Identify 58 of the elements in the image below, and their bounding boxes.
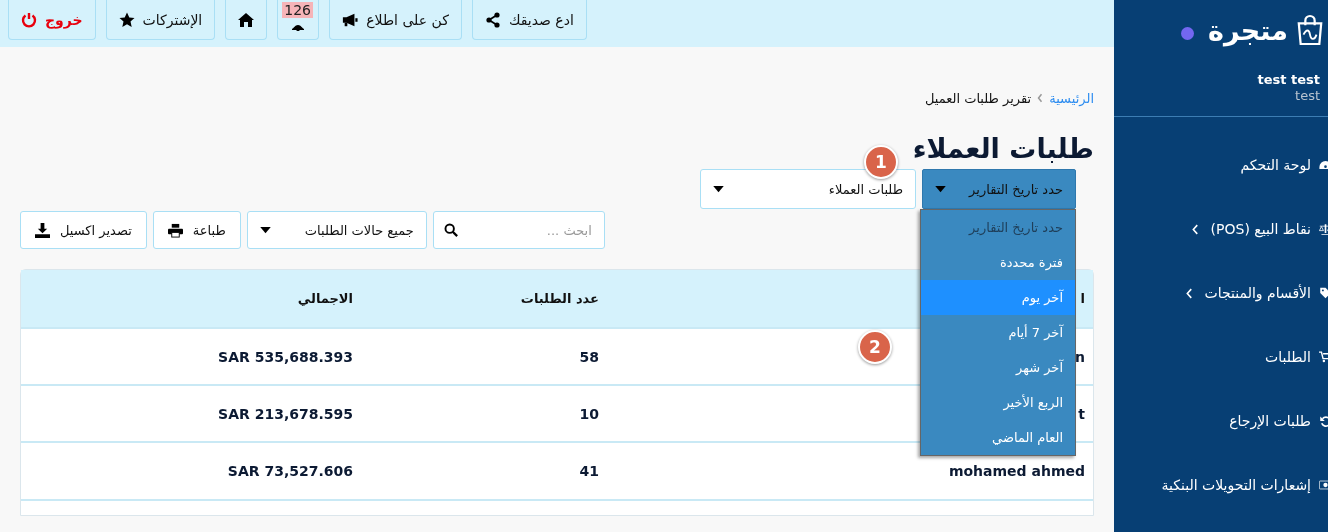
page-title: طلبات العملاء: [912, 132, 1094, 166]
sidebar-item[interactable]: الأقسام والمنتجات: [1114, 261, 1328, 325]
table-cell: SAR 213,678.595: [218, 405, 353, 422]
invite-button[interactable]: ادع صديقك: [471, 0, 587, 40]
home-icon: [238, 11, 255, 28]
table-cell: SAR 535,688.393: [218, 348, 353, 365]
download-icon: [35, 222, 50, 238]
caret-icon: [713, 185, 724, 193]
printer-icon: [167, 222, 183, 238]
subscriptions-button[interactable]: الإشتركات: [105, 0, 216, 40]
column-header: الاجمالي: [297, 291, 353, 306]
report-type-select[interactable]: طلبات العملاء: [700, 169, 916, 209]
notifications-button[interactable]: 126: [277, 0, 320, 40]
sidebar-item[interactable]: طلبات الإرجاع: [1114, 389, 1328, 453]
column-header: ا: [1080, 291, 1085, 306]
menu-option[interactable]: الربع الأخير: [921, 385, 1075, 420]
order-status-select[interactable]: جميع حالات الطلبات: [246, 211, 427, 249]
export-excel-button[interactable]: تصدير اكسيل: [20, 211, 147, 249]
sidebar-item[interactable]: لوحة التحكم: [1114, 133, 1328, 197]
menu-option[interactable]: آخر شهر: [921, 350, 1075, 385]
menu-option[interactable]: العام الماضي: [921, 420, 1075, 455]
bell-icon: [290, 22, 307, 31]
dot-icon: [1181, 26, 1195, 40]
megaphone-icon: [342, 11, 359, 28]
logo-text: متجرة: [1208, 14, 1288, 46]
user-role: test: [1294, 88, 1320, 104]
table-cell: SAR 73,527.606: [227, 463, 353, 479]
news-button[interactable]: كن على اطلاع: [329, 0, 462, 40]
logout-button[interactable]: خروج: [8, 0, 96, 40]
chevron-icon: [1037, 93, 1044, 103]
notification-count: 126: [282, 2, 313, 18]
date-range-dropdown[interactable]: حدد تاريخ التقارير: [922, 169, 1076, 209]
sidebar-item[interactable]: نقاط البيع (POS): [1114, 197, 1328, 261]
power-icon: [21, 11, 37, 28]
home-button[interactable]: [225, 0, 268, 40]
table-cell: mohamed ahmed: [948, 463, 1085, 479]
sidebar-item[interactable]: إشعارات التحويلات البنكية: [1114, 453, 1328, 517]
menu-option: حدد تاريخ التقارير: [921, 210, 1075, 245]
table-cell: t: [1078, 405, 1085, 422]
menu-option[interactable]: آخر 7 أيام: [921, 315, 1075, 350]
search-icon: [443, 223, 458, 237]
table-cell: n: [1075, 348, 1085, 365]
print-button[interactable]: طباعة: [152, 211, 241, 249]
search-field[interactable]: ابحث ...: [432, 211, 605, 249]
sidebar-item[interactable]: الطلبات: [1114, 325, 1328, 389]
table-cell: 58: [579, 348, 599, 365]
step-marker: 1: [864, 145, 898, 179]
bag-icon: [1296, 13, 1324, 47]
column-header: عدد الطلبات: [520, 291, 599, 306]
user-name: test test: [1256, 72, 1320, 88]
menu-option[interactable]: فترة محددة: [921, 245, 1075, 280]
caret-icon: [259, 226, 271, 234]
caret-icon: [935, 185, 946, 193]
table-cell: 10: [579, 405, 599, 422]
breadcrumb-current: تقرير طلبات العميل: [924, 90, 1032, 106]
share-icon: [484, 11, 501, 28]
star-icon: [118, 11, 135, 28]
table-cell: 41: [579, 463, 599, 479]
